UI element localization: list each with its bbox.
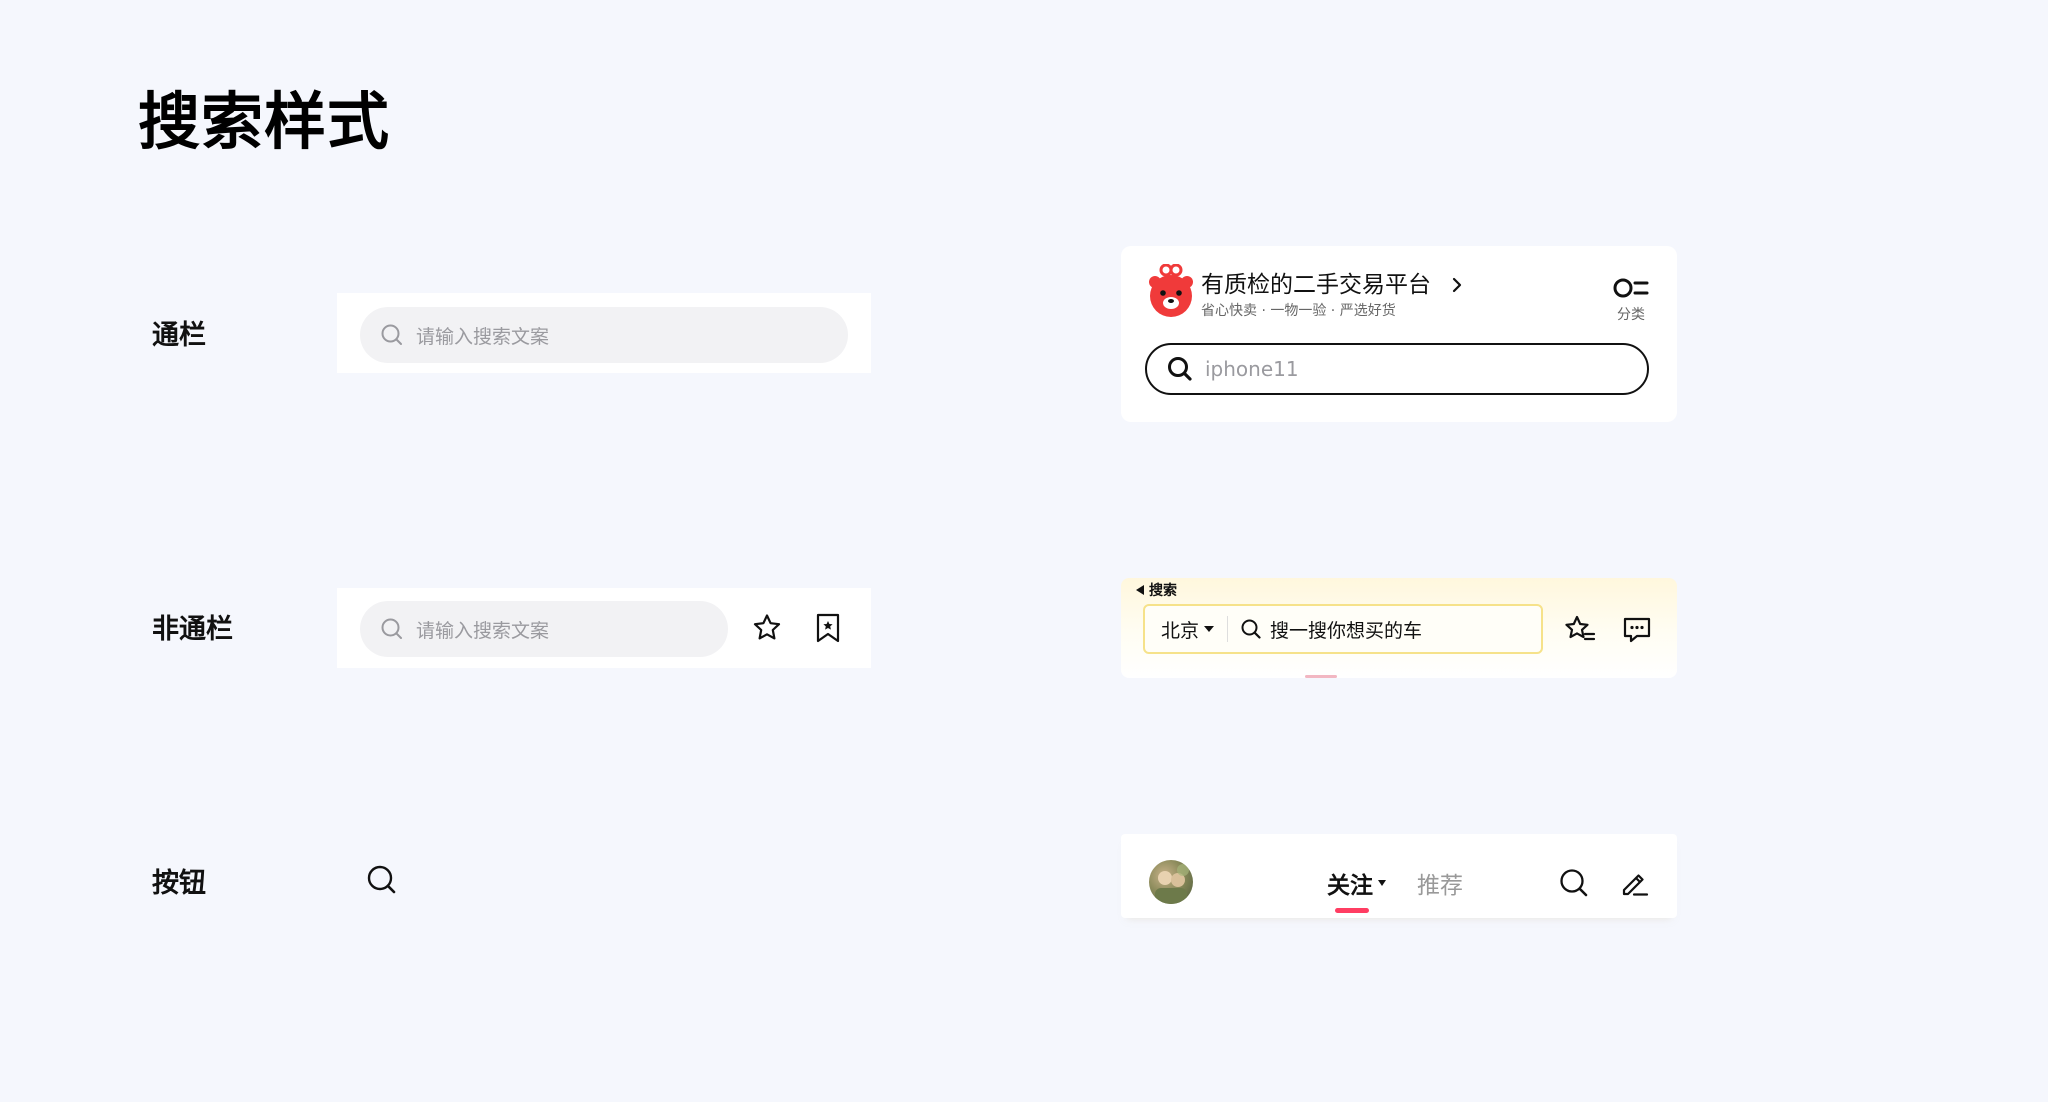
city-selector[interactable]: 北京 <box>1161 616 1215 643</box>
back-label: 搜索 <box>1149 583 1177 599</box>
category-icon[interactable] <box>1613 276 1649 300</box>
chevron-right-icon[interactable] <box>1451 276 1463 294</box>
city-label: 北京 <box>1161 619 1200 642</box>
nonfullbar-search-input[interactable]: 请输入搜索文案 <box>360 601 728 657</box>
divider <box>1227 616 1229 642</box>
back-triangle-icon <box>1135 584 1145 596</box>
search-value: iphone11 <box>1205 357 1299 381</box>
fullbar-demo-card: 请输入搜索文案 <box>337 293 871 373</box>
search-placeholder: 请输入搜索文案 <box>416 325 550 348</box>
star-icon[interactable] <box>751 612 783 644</box>
edit-icon[interactable] <box>1619 868 1649 898</box>
tab-recommend[interactable]: 推荐 <box>1417 866 1463 900</box>
search-placeholder: 请输入搜索文案 <box>416 619 550 642</box>
scroll-indicator <box>1305 675 1337 678</box>
search-icon <box>380 617 404 641</box>
avatar[interactable] <box>1149 860 1193 904</box>
search-placeholder: 搜一搜你想买的车 <box>1270 619 1423 642</box>
search-icon <box>380 323 404 347</box>
platform-title[interactable]: 有质检的二手交易平台 <box>1201 270 1431 300</box>
back-to-search[interactable]: 搜索 <box>1135 580 1177 600</box>
search-icon[interactable] <box>1559 868 1589 898</box>
search-button-icon[interactable] <box>366 864 398 896</box>
search-icon <box>1167 356 1193 382</box>
example-secondhand-header: 有质检的二手交易平台 省心快卖 · 一物一验 · 严选好货 分类 iphone1… <box>1121 246 1677 422</box>
caret-down-icon <box>1203 624 1215 634</box>
tab-follow-label: 关注 <box>1327 873 1373 899</box>
example1-search-input[interactable]: iphone11 <box>1145 343 1649 395</box>
tab-follow[interactable]: 关注 <box>1327 866 1387 900</box>
example2-search-input[interactable]: 北京 搜一搜你想买的车 <box>1143 604 1543 654</box>
platform-subtitle: 省心快卖 · 一物一验 · 严选好货 <box>1201 303 1396 319</box>
page-title: 搜索样式 <box>138 85 391 158</box>
star-list-icon[interactable] <box>1563 614 1597 646</box>
row-label-button: 按钮 <box>152 868 206 899</box>
fullbar-search-input[interactable]: 请输入搜索文案 <box>360 307 848 363</box>
message-icon[interactable] <box>1621 614 1653 646</box>
example-feed-header: 关注 推荐 <box>1121 834 1677 918</box>
bookmark-icon[interactable] <box>814 612 842 644</box>
bear-logo-icon <box>1147 264 1195 318</box>
row-label-fullbar: 通栏 <box>152 320 206 351</box>
nonfullbar-demo-card: 请输入搜索文案 <box>337 588 871 668</box>
example-car-header: 搜索 北京 搜一搜你想买的车 <box>1121 578 1677 678</box>
category-label[interactable]: 分类 <box>1617 304 1645 324</box>
search-icon <box>1240 618 1262 640</box>
row-label-nonfullbar: 非通栏 <box>152 614 233 645</box>
caret-down-icon <box>1377 879 1387 887</box>
tab-active-indicator <box>1335 908 1369 913</box>
